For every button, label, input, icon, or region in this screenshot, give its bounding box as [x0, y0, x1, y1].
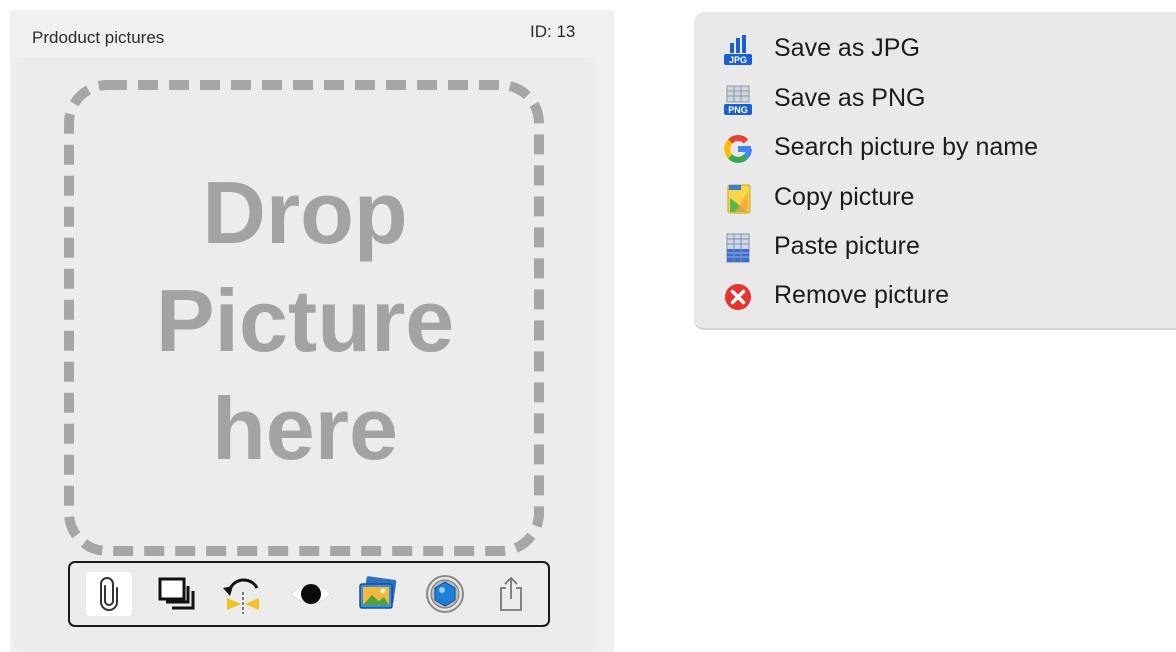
paperclip-icon	[100, 577, 118, 611]
paste-picture-icon	[726, 233, 750, 263]
menu-item-paste-picture[interactable]: Paste picture	[694, 221, 1176, 269]
product-pictures-panel: Prdoduct pictures ID: 13 Drop Picture he…	[10, 10, 614, 652]
png-file-icon: PNG	[724, 85, 752, 115]
aperture-icon	[426, 575, 464, 613]
menu-item-remove-picture[interactable]: Remove picture	[694, 270, 1176, 318]
remove-icon	[725, 284, 751, 310]
menu-item-label: Paste picture	[774, 232, 920, 260]
picture-toolbar	[68, 561, 550, 627]
panel-title: Prdoduct pictures	[32, 28, 165, 47]
menu-item-save-png[interactable]: PNG Save as PNG	[694, 73, 1176, 121]
flip-rotate-icon	[223, 578, 259, 614]
share-icon	[500, 576, 522, 611]
photos-button[interactable]	[355, 572, 401, 616]
copy-picture-icon	[727, 184, 751, 214]
google-icon	[724, 135, 752, 163]
drop-picture-text: Drop Picture here	[113, 159, 497, 483]
menu-item-search-google[interactable]: Search picture by name	[694, 122, 1176, 170]
drop-text-line-3: here	[212, 379, 398, 478]
record-id-label: ID: 13	[530, 22, 576, 41]
menu-item-label: Save as PNG	[774, 84, 926, 112]
drop-text-line-2: Picture	[155, 271, 455, 370]
eye-icon	[290, 584, 332, 604]
jpg-file-icon: JPG	[724, 35, 752, 65]
flip-button[interactable]	[220, 572, 266, 616]
svg-text:PNG: PNG	[728, 105, 748, 115]
menu-item-label: Copy picture	[774, 183, 915, 211]
preview-button[interactable]	[288, 572, 334, 616]
drop-text-line-1: Drop	[202, 163, 408, 262]
stacked-frames-icon	[158, 577, 195, 610]
menu-item-label: Search picture by name	[774, 133, 1039, 161]
attach-button[interactable]	[86, 572, 132, 616]
svg-text:JPG: JPG	[729, 55, 747, 65]
picture-context-menu: JPG Save as JPG PNG Save as PNG Search p…	[694, 12, 1176, 330]
duplicate-button[interactable]	[154, 572, 200, 616]
menu-item-save-jpg[interactable]: JPG Save as JPG	[694, 23, 1176, 71]
menu-item-label: Remove picture	[774, 281, 950, 309]
camera-button[interactable]	[422, 572, 468, 616]
picture-drop-zone[interactable]: Drop Picture here	[13, 57, 596, 652]
menu-item-label: Save as JPG	[774, 34, 920, 62]
photos-icon	[359, 576, 397, 609]
share-button[interactable]	[488, 572, 534, 616]
menu-item-copy-picture[interactable]: Copy picture	[694, 172, 1176, 220]
